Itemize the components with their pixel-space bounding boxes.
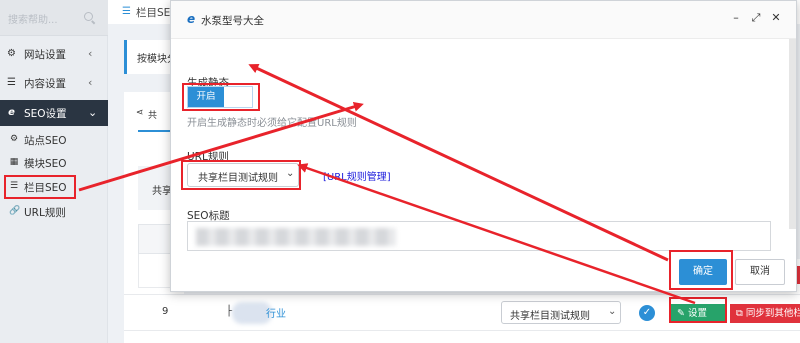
chevron-down-icon: ⌄ (608, 306, 617, 317)
column-name-link[interactable]: 行业 (266, 305, 286, 320)
cell-id: 9 (162, 306, 169, 317)
filter-label: 共享 (152, 186, 172, 197)
share-icon: ⋖ (136, 108, 144, 118)
highlight-box (182, 83, 260, 111)
static-help-text: 开启生成静态时必须给它配置URL规则 (187, 118, 357, 129)
url-rule-select-value: 共享栏目测试规则 (510, 311, 590, 322)
dialog-header: e 水泵型号大全 – ⤢ ✕ (171, 1, 796, 39)
table-row: 9 (124, 294, 170, 330)
dialog-title: 水泵型号大全 (201, 15, 264, 27)
url-rule-select[interactable]: 共享栏目测试规则 ⌄ (501, 301, 621, 324)
sidebar-item-seo-settings[interactable]: e SEO设置 ⌄ (0, 100, 108, 126)
check-icon[interactable]: ✓ (639, 305, 655, 321)
chevron-left-icon: ‹ (88, 76, 93, 89)
sidebar-search-input[interactable]: 搜索帮助... (8, 11, 58, 26)
tab-shared[interactable]: ⋖ 共 (136, 108, 158, 121)
gear-icon: ⚙ (7, 48, 16, 59)
chevron-left-icon: ‹ (88, 47, 93, 60)
menu-icon[interactable]: ☰ (122, 6, 131, 17)
tab-label: 共 (148, 111, 158, 121)
sidebar-subitem-module-seo[interactable]: ▦ 模块SEO (0, 152, 108, 174)
sync-to-other-columns-button[interactable]: ⧉ 同步到其他栏目 (730, 304, 800, 323)
table-row (124, 330, 800, 343)
sidebar: 搜索帮助... ⚙ 网站设置 ‹ ☰ 内容设置 ‹ e SEO设置 ⌄ ⚙ 站点… (0, 0, 108, 343)
copy-icon: ⧉ (736, 308, 746, 319)
sidebar-subitem-label: 模块SEO (24, 158, 67, 170)
highlight-box (4, 175, 76, 199)
breadcrumb: 栏目SE (136, 7, 171, 19)
search-icon[interactable] (84, 12, 93, 21)
url-rule-manage-link[interactable]: [URL规则管理] (323, 168, 391, 183)
sidebar-item-website-settings[interactable]: ⚙ 网站设置 ‹ (0, 41, 108, 67)
blurred-text (196, 228, 396, 246)
sidebar-item-label: 内容设置 (24, 78, 66, 90)
maximize-icon[interactable]: ⤢ (749, 11, 763, 25)
close-icon[interactable]: ✕ (769, 11, 783, 25)
gear-icon: ⚙ (9, 134, 19, 144)
list-icon: ☰ (7, 77, 16, 88)
ie-icon: e (8, 107, 15, 118)
sync-label: 同步到其他栏目 (745, 308, 800, 319)
minimize-icon[interactable]: – (729, 11, 743, 25)
sidebar-subitem-label: URL规则 (24, 207, 66, 219)
highlight-box (669, 297, 727, 323)
sidebar-item-label: 网站设置 (24, 49, 66, 61)
sidebar-item-content-settings[interactable]: ☰ 内容设置 ‹ (0, 70, 108, 96)
sidebar-subitem-url-rules[interactable]: 🔗 URL规则 (0, 201, 108, 223)
sidebar-subitem-site-seo[interactable]: ⚙ 站点SEO (0, 129, 108, 151)
grid-icon: ▦ (9, 157, 19, 167)
seo-title-input[interactable] (187, 221, 771, 251)
ie-icon: e (187, 12, 196, 26)
chevron-down-icon: ⌄ (88, 106, 98, 119)
dialog-scrollbar[interactable] (789, 39, 796, 229)
highlight-box (669, 250, 733, 290)
highlight-box (181, 160, 301, 190)
sidebar-search[interactable]: 搜索帮助... (0, 0, 108, 36)
seo-dialog: e 水泵型号大全 – ⤢ ✕ 生成静态 开启 开启生成静态时必须给它配置URL规… (170, 0, 797, 292)
sidebar-item-label: SEO设置 (24, 108, 67, 120)
sidebar-subitem-label: 站点SEO (24, 135, 67, 147)
cancel-button[interactable]: 取消 (735, 259, 785, 285)
link-icon: 🔗 (9, 206, 21, 216)
